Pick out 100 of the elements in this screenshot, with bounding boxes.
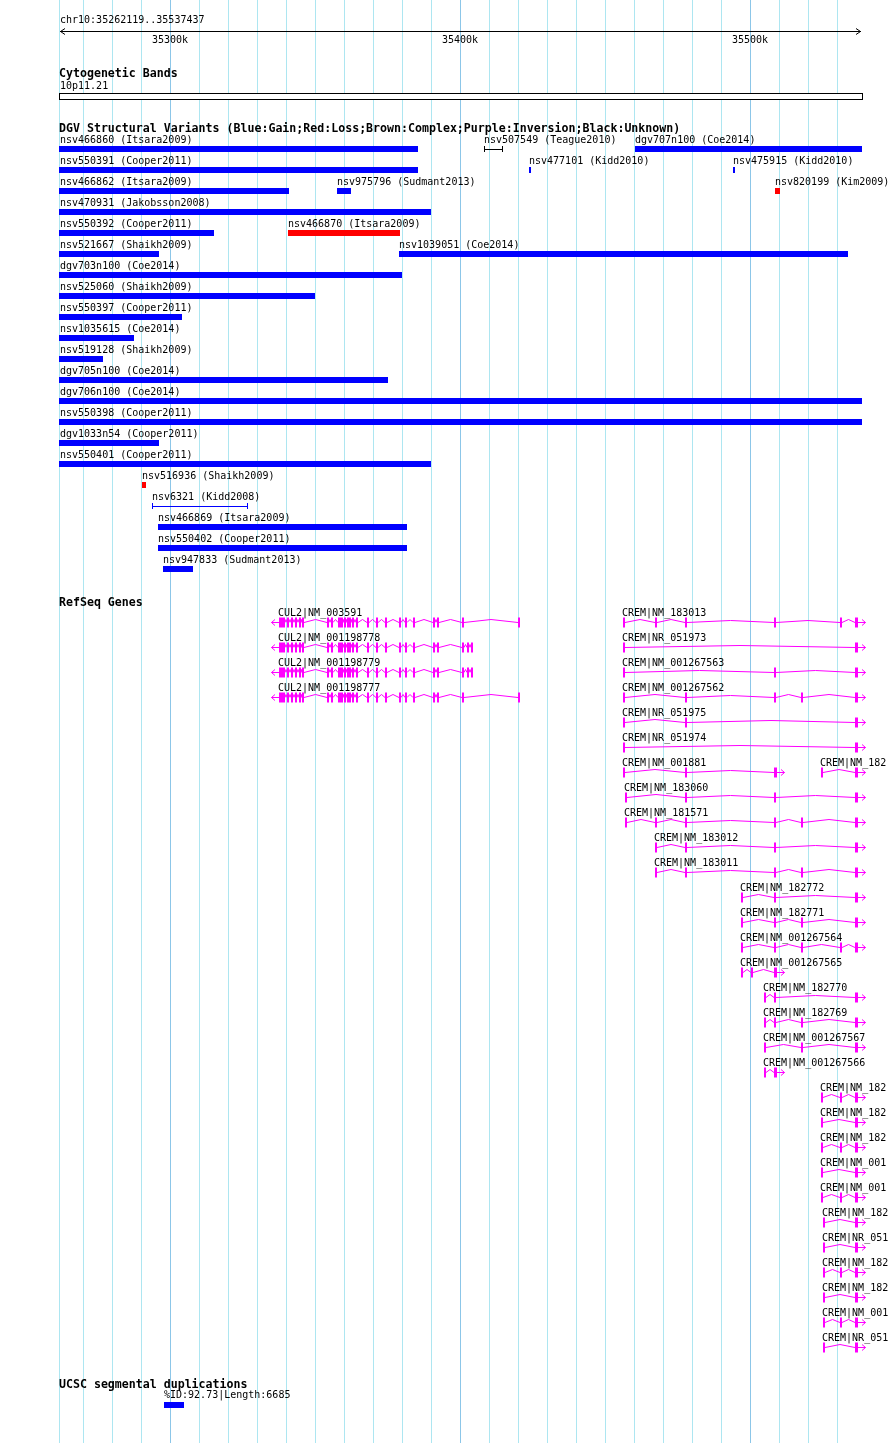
variant-label: nsv525060 (Shaikh2009) <box>60 282 193 292</box>
transcript-label: CREM|NM_001267567 <box>763 1033 866 1043</box>
transcript-label: CUL2|NM_001198779 <box>278 658 381 668</box>
variant-label: nsv550402 (Cooper2011) <box>158 534 291 544</box>
transcript-model[interactable] <box>623 717 866 728</box>
variant-label: dgv1033n54 (Cooper2011) <box>60 429 199 439</box>
transcript-model[interactable] <box>741 917 866 928</box>
transcript-model[interactable] <box>823 1217 866 1228</box>
transcript-label: CREM|NM_182772 <box>740 883 825 893</box>
transcript-model[interactable] <box>823 1292 866 1303</box>
duplication-label: %ID:92.73|Length:6685 <box>164 1390 291 1400</box>
transcript-model[interactable] <box>625 817 866 828</box>
transcript-label: CREM|NM_182770 <box>763 983 848 993</box>
variant-span[interactable] <box>152 503 248 509</box>
transcript-model[interactable] <box>623 667 866 678</box>
transcript-model[interactable] <box>821 767 866 778</box>
transcript-label: CREM|NM_182 <box>820 1133 887 1143</box>
variant-label: dgv703n100 (Coe2014) <box>60 261 181 271</box>
region-title: chr10:35262119..35537437 <box>60 15 205 25</box>
variant-label: nsv550401 (Cooper2011) <box>60 450 193 460</box>
transcript-model[interactable] <box>823 1267 866 1278</box>
transcript-model[interactable] <box>623 617 866 628</box>
variant-label: nsv466869 (Itsara2009) <box>158 513 291 523</box>
transcript-model[interactable] <box>655 842 866 853</box>
transcript-label: CREM|NM_182 <box>822 1208 889 1218</box>
transcript-model[interactable] <box>823 1342 866 1353</box>
variant-label: nsv475915 (Kidd2010) <box>733 156 854 166</box>
transcript-label: CREM|NM_001267563 <box>622 658 725 668</box>
transcript-label: CREM|NM_183011 <box>654 858 739 868</box>
transcript-model[interactable] <box>821 1142 866 1153</box>
tick-label: 35500k <box>731 35 769 45</box>
transcript-label: CREM|NM_183013 <box>622 608 707 618</box>
tick-label: 35400k <box>441 35 479 45</box>
transcript-label: CREM|NM_182 <box>820 758 887 768</box>
transcript-label: CREM|NM_182 <box>820 1108 887 1118</box>
transcript-model[interactable] <box>271 667 473 678</box>
variant-label: nsv466862 (Itsara2009) <box>60 177 193 187</box>
transcript-model[interactable] <box>623 642 866 653</box>
variant-label: nsv1035615 (Coe2014) <box>60 324 181 334</box>
transcript-model[interactable] <box>741 942 866 953</box>
transcript-model[interactable] <box>764 992 866 1003</box>
transcript-label: CREM|NM_182769 <box>763 1008 848 1018</box>
transcript-label: CREM|NM_183012 <box>654 833 739 843</box>
transcript-model[interactable] <box>821 1167 866 1178</box>
transcript-label: CREM|NM_182771 <box>740 908 825 918</box>
transcript-label: CREM|NM_182 <box>820 1083 887 1093</box>
variant-label: nsv947833 (Sudmant2013) <box>163 555 302 565</box>
transcript-model[interactable] <box>821 1192 866 1203</box>
transcript-model[interactable] <box>764 1067 785 1078</box>
transcript-model[interactable] <box>823 1242 866 1253</box>
transcript-label: CREM|NM_001267564 <box>740 933 843 943</box>
tick-label: 35300k <box>151 35 189 45</box>
transcript-label: CREM|NM_182 <box>822 1283 889 1293</box>
transcript-model[interactable] <box>623 767 785 778</box>
transcript-label: CREM|NM_181571 <box>624 808 709 818</box>
transcript-model[interactable] <box>821 1092 866 1103</box>
transcript-model[interactable] <box>623 742 866 753</box>
variant-label: nsv550397 (Cooper2011) <box>60 303 193 313</box>
transcript-model[interactable] <box>764 1017 866 1028</box>
transcript-label: CREM|NM_001 <box>820 1183 887 1193</box>
track-title: DGV Structural Variants (Blue:Gain;Red:Loss;Brown:Complex;Purple:Inversion;Black:Unknown) <box>59 122 681 134</box>
chromosome-band[interactable] <box>59 93 863 100</box>
variant-span[interactable] <box>484 146 503 152</box>
track-title: Cytogenetic Bands <box>59 67 178 79</box>
variant-label: dgv707n100 (Coe2014) <box>635 135 756 145</box>
variant-label: nsv516936 (Shaikh2009) <box>142 471 275 481</box>
track-title: UCSC segmental duplications <box>59 1378 248 1390</box>
transcript-label: CREM|NM_001267566 <box>763 1058 866 1068</box>
transcript-model[interactable] <box>823 1317 866 1328</box>
transcript-model[interactable] <box>623 692 866 703</box>
transcript-model[interactable] <box>741 892 866 903</box>
transcript-model[interactable] <box>271 617 520 628</box>
variant-label: nsv466870 (Itsara2009) <box>288 219 421 229</box>
transcript-model[interactable] <box>271 642 473 653</box>
transcript-model[interactable] <box>741 967 785 978</box>
variant-label: nsv477101 (Kidd2010) <box>529 156 650 166</box>
variant-label: nsv550392 (Cooper2011) <box>60 219 193 229</box>
band-label: 10p11.21 <box>60 81 109 91</box>
transcript-label: CUL2|NM_001198778 <box>278 633 381 643</box>
transcript-model[interactable] <box>764 1042 866 1053</box>
transcript-model[interactable] <box>821 1117 866 1128</box>
transcript-label: CREM|NR_051 <box>822 1233 889 1243</box>
transcript-model[interactable] <box>271 692 520 703</box>
transcript-model[interactable] <box>625 792 866 803</box>
transcript-label: CREM|NR_051974 <box>622 733 707 743</box>
variant-label: nsv550398 (Cooper2011) <box>60 408 193 418</box>
transcript-model[interactable] <box>655 867 866 878</box>
transcript-label: CREM|NM_001881 <box>622 758 707 768</box>
variant-label: nsv550391 (Cooper2011) <box>60 156 193 166</box>
transcript-label: CREM|NR_051975 <box>622 708 707 718</box>
variant-label: dgv705n100 (Coe2014) <box>60 366 181 376</box>
transcript-label: CREM|NM_182 <box>822 1258 889 1268</box>
variant-label: nsv820199 (Kim2009) <box>775 177 890 187</box>
track-title: RefSeq Genes <box>59 596 143 608</box>
transcript-label: CREM|NM_001 <box>822 1308 889 1318</box>
transcript-label: CREM|NM_183060 <box>624 783 709 793</box>
transcript-label: CREM|NM_001 <box>820 1158 887 1168</box>
transcript-label: CUL2|NM_003591 <box>278 608 363 618</box>
variant-label: nsv6321 (Kidd2008) <box>152 492 261 502</box>
variant-label: nsv519128 (Shaikh2009) <box>60 345 193 355</box>
